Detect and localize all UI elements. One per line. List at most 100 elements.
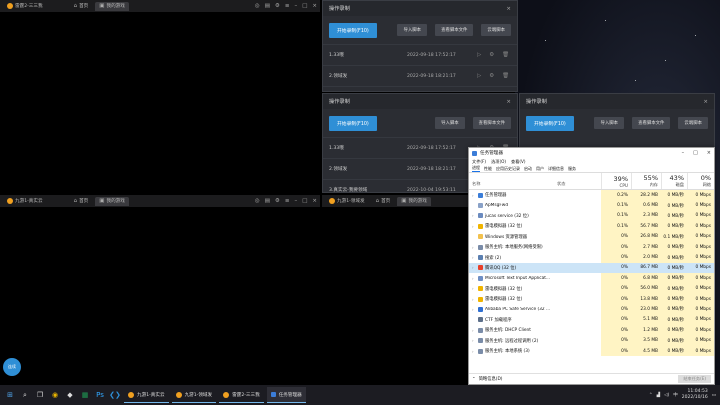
gamepad-icon[interactable]: ◎ [255, 3, 260, 9]
table-row[interactable]: › 服务主机: 远程过程调用 (2) 0% 3.5 MB 0 MB/秒 0 Mbps [469, 335, 714, 346]
task-view-icon[interactable]: ❐ [34, 389, 46, 401]
tab-home[interactable]: ⌂ 首页 [372, 197, 395, 206]
menu-item[interactable]: 查看(V) [511, 159, 526, 165]
column-disk[interactable]: 43% 磁盘 [661, 173, 687, 189]
table-row[interactable]: › 雷电模拟器 (32 位) 0.1% 56.7 MB 0 MB/秒 0 Mbps [469, 221, 714, 232]
chevron-right-icon[interactable]: › [472, 193, 476, 198]
chevron-up-icon[interactable]: ⌃ [649, 393, 653, 398]
import-script-button[interactable]: 导入脚本 [435, 117, 465, 129]
keyboard-icon[interactable]: ▤ [265, 3, 270, 9]
chevron-right-icon[interactable]: › [472, 213, 476, 218]
chevron-right-icon[interactable]: › [472, 224, 476, 229]
input-method[interactable]: 中 [673, 392, 678, 398]
tab-my-games[interactable]: ▣ 我的游戏 [397, 196, 431, 206]
close-icon[interactable]: × [506, 6, 511, 12]
taskbar-app[interactable]: 九游1-真实云 [124, 387, 169, 403]
column-status[interactable]: 状态 [557, 173, 601, 189]
chevron-right-icon[interactable]: › [472, 307, 476, 312]
taskbar-app[interactable]: 任务管理器 [266, 387, 306, 403]
chevron-right-icon[interactable]: › [472, 286, 476, 291]
emulator-window-3[interactable]: 九游1-领域发 ⌂ 首页 ▣ 我的游戏 [322, 195, 468, 385]
column-network[interactable]: 0% 网络 [687, 173, 714, 189]
cloud-script-button[interactable]: 云端脚本 [481, 24, 511, 36]
volume-icon[interactable]: ◁) [664, 393, 669, 398]
start-recording-button[interactable]: 开始录制(F10) [329, 115, 377, 131]
end-task-button[interactable]: 结束任务(E) [678, 375, 711, 383]
tab-5[interactable]: 详细信息 [548, 166, 564, 172]
tab-emulator-instance[interactable]: 九游1-真实云 [3, 197, 47, 206]
emulator-window-2[interactable]: 九游1-真实云 ⌂ 首页 ▣ 我的游戏 ◎ ▤ ⚙ ≡ – □ × [0, 195, 320, 385]
recording-row[interactable]: 2.领域发 2022-09-18 18:21:17 ▷ ⚙ 🗑 [323, 65, 517, 86]
table-row[interactable]: Windows 资源管理器 0% 26.8 MB 0.1 MB/秒 0 Mbps [469, 231, 714, 242]
tab-home[interactable]: ⌂ 首页 [70, 2, 93, 11]
chevron-right-icon[interactable]: › [472, 265, 476, 270]
close-icon[interactable]: × [312, 3, 317, 9]
chevron-up-icon[interactable]: ⌃ [472, 377, 476, 382]
tab-emulator-instance[interactable]: 雷霆2-三三我 [3, 2, 47, 11]
tab-2[interactable]: 应用历史记录 [496, 166, 520, 172]
table-row[interactable]: › jucas service (32 位) 0.1% 2.3 MB 0 MB/秒 0 M… [469, 210, 714, 222]
photoshop-icon[interactable]: Ps [94, 389, 106, 401]
close-icon[interactable]: × [506, 99, 511, 105]
table-row[interactable]: › 服务主机: 本地服务(网络受限) 0% 2.7 MB 0 MB/秒 0 Mbps [469, 241, 714, 253]
tab-6[interactable]: 服务 [568, 166, 576, 172]
delete-icon[interactable]: 🗑 [502, 52, 509, 58]
vscode-icon[interactable]: ❮❯ [109, 389, 121, 401]
keyboard-icon[interactable]: ▤ [265, 198, 270, 204]
chevron-right-icon[interactable]: › [472, 338, 476, 343]
minimize-icon[interactable]: – [294, 3, 297, 9]
table-row[interactable]: CTF 加载程序 0% 5.1 MB 0 MB/秒 0 Mbps [469, 314, 714, 326]
chevron-right-icon[interactable]: › [472, 297, 476, 302]
column-cpu[interactable]: 39% CPU [601, 173, 631, 189]
column-name[interactable]: 名称 [469, 173, 557, 189]
tab-home[interactable]: ⌂ 首页 [70, 197, 93, 206]
cloud-script-button[interactable]: 云端脚本 [678, 117, 708, 129]
minimize-icon[interactable]: – [294, 198, 297, 204]
windows-start-icon[interactable]: ⊞ [4, 389, 16, 401]
import-script-button[interactable]: 导入脚本 [397, 24, 428, 36]
recorder-dialog-1[interactable]: 操作录制 × 开始录制(F10) 导入脚本 查看脚本文件 云端脚本 1.33哦 20… [322, 0, 518, 92]
view-script-file-button[interactable]: 查看脚本文件 [435, 24, 474, 36]
close-icon[interactable]: × [703, 99, 708, 105]
notification-icon[interactable]: ▭ [712, 393, 716, 398]
delete-icon[interactable]: 🗑 [502, 73, 509, 79]
menu-icon[interactable]: ≡ [285, 3, 290, 9]
tab-3[interactable]: 启动 [524, 166, 532, 172]
maximize-icon[interactable]: □ [302, 198, 307, 204]
gamepad-icon[interactable]: ◎ [255, 198, 260, 204]
chevron-right-icon[interactable]: › [472, 328, 476, 333]
table-row[interactable]: › 服务主机: DHCP Client 0% 1.2 MB 0 MB/秒 0 Mbps [469, 325, 714, 336]
game-app-icon[interactable]: ◆ [64, 389, 76, 401]
tab-my-games[interactable]: ▣ 我的游戏 [95, 1, 129, 11]
taskbar-app[interactable]: 九游1-领域发 [171, 387, 217, 403]
excel-icon[interactable]: ▦ [79, 389, 91, 401]
settings-icon[interactable]: ⚙ [275, 3, 280, 9]
play-icon[interactable]: ▷ [477, 52, 481, 58]
emulator-window-1[interactable]: 雷霆2-三三我 ⌂ 首页 ▣ 我的游戏 ◎ ▤ ⚙ ≡ – □ × [0, 0, 320, 193]
chevron-right-icon[interactable]: › [472, 276, 476, 281]
search-icon[interactable]: ⌕ [19, 389, 31, 401]
taskbar-app[interactable]: 雷霆2-三三我 [219, 387, 264, 403]
import-script-button[interactable]: 导入脚本 [594, 117, 625, 129]
start-recording-button[interactable]: 开始录制(F10) [329, 22, 377, 38]
tab-1[interactable]: 性能 [484, 166, 492, 172]
chevron-right-icon[interactable]: › [472, 255, 476, 260]
floating-action-button[interactable]: 连续 [3, 358, 21, 376]
minimize-icon[interactable]: – [682, 150, 685, 156]
table-row[interactable]: › 服务主机: 本地系统 (3) 0% 4.5 MB 0 MB/秒 0 Mbps [469, 345, 714, 357]
task-manager-window[interactable]: 任务管理器 – □ × 文件(F) 选项(O) 查看(V) 进程 性能 应用历史记录 启动 用户… [468, 147, 715, 385]
menu-item[interactable]: 选项(O) [491, 159, 506, 165]
maximize-icon[interactable]: □ [302, 3, 307, 9]
chevron-right-icon[interactable]: › [472, 349, 476, 354]
recording-row[interactable]: 1.33哦 2022-09-18 17:52:17 ▷ ⚙ 🗑 [323, 44, 517, 65]
chevron-right-icon[interactable]: › [472, 245, 476, 250]
chrome-icon[interactable]: ◉ [49, 389, 61, 401]
recording-row[interactable]: 3.真实云-我要领域2022-10-04 19:53:11▷⚙🗑 [323, 86, 517, 91]
table-row[interactable]: ApMsgFwd 0.1% 0.6 MB 0 MB/秒 0 Mbps [469, 200, 714, 211]
start-recording-button[interactable]: 开始录制(F10) [526, 115, 574, 131]
settings-icon[interactable]: ⚙ [489, 52, 494, 58]
table-row[interactable]: › Alibaba PC Safe Service (32 ... 0% 23.0 M… [469, 304, 714, 315]
menu-item[interactable]: 文件(F) [472, 159, 486, 165]
column-memory[interactable]: 55% 内存 [631, 173, 661, 189]
fewer-details-link[interactable]: 简略信息(D) [479, 376, 503, 382]
